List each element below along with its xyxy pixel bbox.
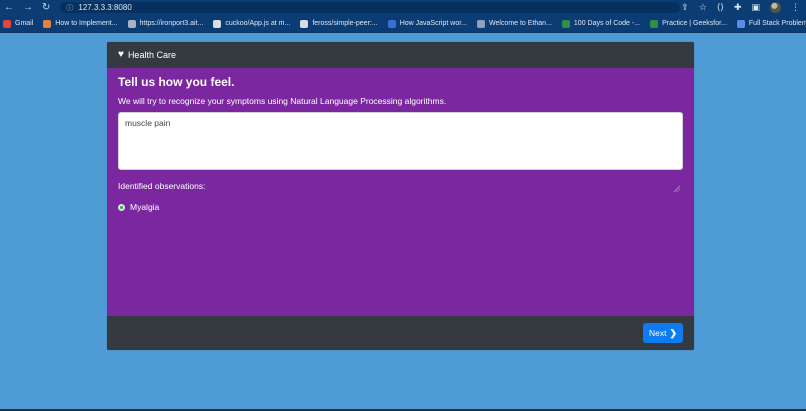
card-footer: Next ❯ bbox=[107, 316, 694, 350]
bookmark-favicon-icon bbox=[561, 19, 570, 28]
health-care-card: ♥ Health Care Tell us how you feel. We w… bbox=[107, 42, 694, 350]
observations-label: Identified observations: bbox=[118, 181, 206, 191]
observation-item[interactable]: Myalgia bbox=[118, 202, 683, 212]
bookmark-label: 100 Days of Code -... bbox=[573, 20, 641, 27]
bookmark-label: How JavaScript wor... bbox=[399, 20, 467, 27]
reload-icon[interactable]: ↻ bbox=[42, 2, 50, 13]
menu-icon[interactable]: ⋮ bbox=[791, 3, 800, 12]
browser-nav: ← → ↻ bbox=[0, 2, 50, 13]
forward-icon[interactable]: → bbox=[23, 2, 33, 13]
symptom-input[interactable]: muscle pain bbox=[118, 112, 683, 170]
extension-icon[interactable]: ⟨⟩ bbox=[717, 3, 724, 12]
chevron-right-icon: ❯ bbox=[669, 327, 677, 338]
info-icon[interactable]: ⓘ bbox=[66, 3, 73, 13]
resize-handle[interactable] bbox=[674, 186, 680, 192]
star-icon[interactable]: ☆ bbox=[699, 3, 707, 12]
bookmark-favicon-icon bbox=[300, 19, 309, 28]
observation-radio[interactable] bbox=[118, 203, 125, 211]
bookmark-favicon-icon bbox=[127, 19, 136, 28]
bookmark-item[interactable]: 100 Days of Code -... bbox=[561, 19, 641, 28]
bookmark-label: Full Stack Problem... bbox=[748, 20, 806, 27]
puzzle-icon[interactable]: ✚ bbox=[734, 3, 742, 12]
address-url[interactable]: 127.3.3.3:8080 bbox=[78, 3, 131, 12]
bookmarks-bar: Gmail How to Implement... https://ironport… bbox=[0, 15, 806, 33]
bookmark-label: feross/simple-peer:... bbox=[312, 20, 378, 27]
bookmark-favicon-icon bbox=[650, 19, 659, 28]
bookmark-favicon-icon bbox=[3, 19, 11, 28]
bookmark-item[interactable]: How to Implement... bbox=[43, 19, 118, 28]
bookmark-item[interactable]: How JavaScript wor... bbox=[387, 19, 467, 28]
address-bar[interactable]: ⓘ 127.3.3.3:8080 bbox=[60, 2, 681, 13]
bookmark-label: Welcome to Ethan... bbox=[489, 20, 552, 27]
description-text: We will try to recognize your symptoms u… bbox=[118, 96, 447, 106]
bookmark-favicon-icon bbox=[477, 19, 485, 28]
bookmark-label: cuckoo/App.js at m... bbox=[225, 20, 291, 27]
header-title: Health Care bbox=[127, 50, 176, 60]
heart-icon: ♥ bbox=[118, 49, 124, 60]
browser-toolbar: ← → ↻ ⓘ 127.3.3.3:8080 ⇪ ☆ ⟨⟩ ✚ ▣ ⋮ bbox=[0, 0, 806, 15]
bookmark-favicon-icon bbox=[387, 19, 396, 28]
profile-avatar[interactable] bbox=[770, 2, 781, 13]
observation-label: Myalgia bbox=[130, 202, 160, 212]
bookmark-label: How to Implement... bbox=[55, 20, 118, 27]
bookmark-item[interactable]: Full Stack Problem... bbox=[736, 19, 806, 28]
bookmark-item[interactable]: Gmail bbox=[3, 19, 34, 28]
next-label: Next bbox=[648, 328, 667, 338]
next-button[interactable]: Next ❯ bbox=[642, 323, 683, 343]
page-title: Tell us how you feel. bbox=[118, 75, 235, 89]
back-icon[interactable]: ← bbox=[4, 2, 14, 13]
bookmark-item[interactable]: Welcome to Ethan... bbox=[477, 19, 552, 28]
bookmark-favicon-icon bbox=[43, 19, 52, 28]
bookmark-label: Gmail bbox=[15, 20, 34, 27]
bookmark-item[interactable]: https://ironport3.ait... bbox=[127, 19, 204, 28]
browser-actions: ⇪ ☆ ⟨⟩ ✚ ▣ ⋮ bbox=[681, 2, 806, 13]
bookmark-item[interactable]: feross/simple-peer:... bbox=[300, 19, 378, 28]
card-body: Tell us how you feel. We will try to rec… bbox=[107, 68, 694, 317]
bookmark-label: https://ironport3.ait... bbox=[139, 20, 204, 27]
share-icon[interactable]: ⇪ bbox=[681, 3, 689, 12]
sidebar-icon[interactable]: ▣ bbox=[751, 3, 760, 12]
bookmark-favicon-icon bbox=[736, 19, 745, 28]
bookmark-favicon-icon bbox=[213, 19, 222, 28]
bookmark-item[interactable]: Practice | Geeksfor... bbox=[650, 19, 727, 28]
card-header: ♥ Health Care bbox=[107, 42, 694, 68]
bookmark-label: Practice | Geeksfor... bbox=[662, 20, 727, 27]
bookmark-item[interactable]: cuckoo/App.js at m... bbox=[213, 19, 291, 28]
